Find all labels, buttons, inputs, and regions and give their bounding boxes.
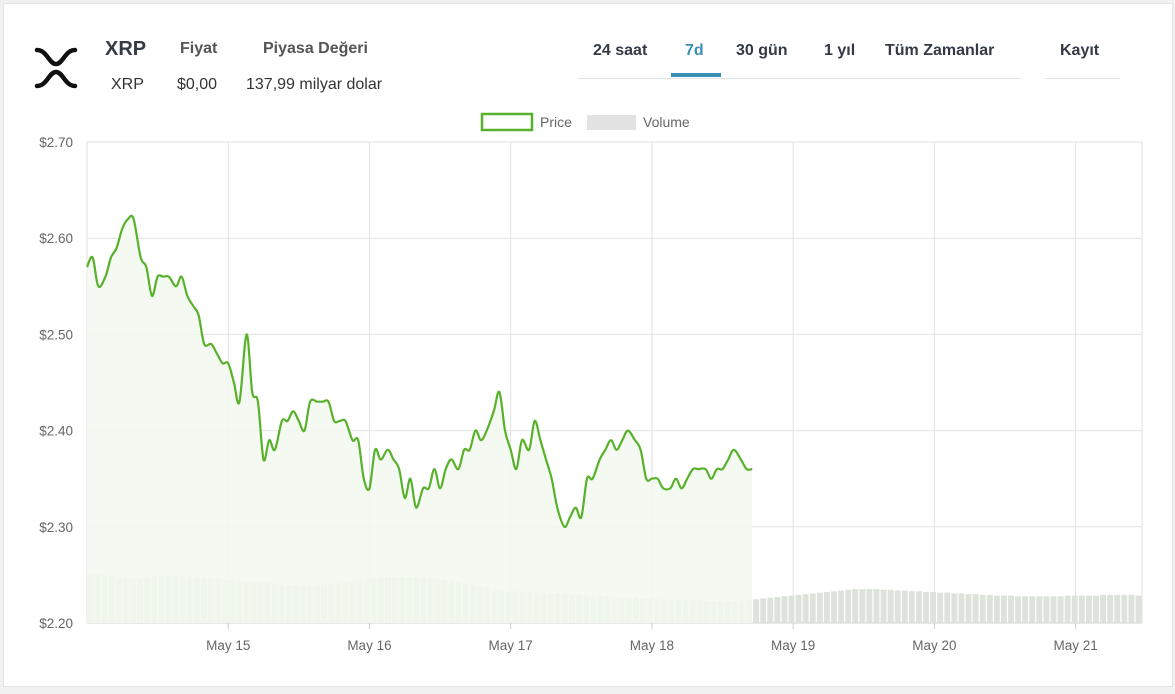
legend-volume-swatch[interactable] <box>587 115 636 130</box>
volume-bar <box>1135 595 1142 623</box>
volume-bar <box>816 592 823 623</box>
volume-bar <box>972 594 979 623</box>
y-tick-label: $2.70 <box>39 135 73 150</box>
x-axis: May 15 May 16 May 17 May 18 May 19 May 20 May … <box>206 623 1098 653</box>
volume-bar <box>923 591 929 623</box>
volume-bar <box>1128 594 1135 623</box>
x-tick-label: May 20 <box>912 638 956 653</box>
x-tick-label: May 16 <box>347 638 391 653</box>
volume-bar <box>767 597 774 623</box>
volume-bar <box>873 589 880 623</box>
volume-bar <box>1050 596 1057 623</box>
volume-bar <box>1071 595 1078 623</box>
x-tick-label: May 19 <box>771 638 815 653</box>
volume-bar <box>1078 595 1085 623</box>
legend-volume-label[interactable]: Volume <box>643 114 690 130</box>
volume-bar <box>753 599 760 623</box>
volume-bar <box>993 595 1000 623</box>
volume-bar <box>1085 595 1092 623</box>
volume-bar <box>986 594 993 623</box>
volume-bar <box>901 590 908 623</box>
x-tick-label: May 15 <box>206 638 250 653</box>
volume-bar <box>760 598 767 623</box>
volume-bar <box>838 590 845 623</box>
volume-bar <box>930 591 937 623</box>
volume-bar <box>916 591 922 623</box>
volume-bar <box>781 596 788 623</box>
legend-price-swatch[interactable] <box>480 112 534 132</box>
volume-bar <box>788 595 795 623</box>
y-tick-label: $2.50 <box>39 327 73 342</box>
volume-bar <box>774 597 781 623</box>
volume-bar <box>1022 596 1029 623</box>
volume-bar <box>1100 594 1106 623</box>
volume-bar <box>1000 595 1007 623</box>
volume-bar <box>1029 596 1036 623</box>
volume-bar <box>1008 595 1014 623</box>
volume-bar <box>1121 594 1128 623</box>
volume-bar <box>1093 595 1099 623</box>
volume-bar <box>1015 596 1022 623</box>
volume-bar <box>802 594 809 623</box>
volume-bar <box>1036 596 1043 623</box>
volume-bar <box>937 592 944 623</box>
volume-bar <box>859 589 866 623</box>
volume-bar <box>887 589 894 623</box>
volume-bar <box>809 593 816 623</box>
y-tick-label: $2.40 <box>39 424 73 439</box>
volume-bar <box>831 591 837 623</box>
x-tick-label: May 17 <box>489 638 533 653</box>
y-tick-label: $2.20 <box>39 616 73 631</box>
volume-bar <box>1064 595 1071 623</box>
volume-bar <box>965 594 972 623</box>
volume-bar <box>880 589 887 623</box>
x-tick-label: May 21 <box>1053 638 1097 653</box>
volume-bar <box>1057 596 1064 623</box>
y-tick-label: $2.30 <box>39 520 73 535</box>
y-axis: $2.70 $2.60 $2.50 $2.40 $2.30 $2.20 <box>39 135 73 631</box>
legend-price-label[interactable]: Price <box>540 114 572 130</box>
volume-bar <box>866 589 873 623</box>
price-chart: Price Volume $2.70$2.60$2.50$2.40$2.30$2… <box>39 112 1143 653</box>
volume-bar <box>1114 594 1121 623</box>
volume-bar <box>908 591 915 623</box>
volume-bar <box>795 594 802 623</box>
y-tick-label: $2.60 <box>39 231 73 246</box>
volume-bar <box>958 593 965 623</box>
volume-bar <box>944 592 951 623</box>
volume-bar <box>894 590 901 623</box>
volume-bar <box>845 589 852 623</box>
x-tick-label: May 18 <box>630 638 674 653</box>
volume-bar <box>1043 596 1050 623</box>
chart-legend: Price Volume <box>480 112 690 132</box>
volume-bar <box>951 593 958 623</box>
volume-bar <box>1107 594 1114 623</box>
volume-bar <box>823 591 830 623</box>
volume-bar <box>852 589 859 623</box>
volume-bar <box>979 594 986 623</box>
